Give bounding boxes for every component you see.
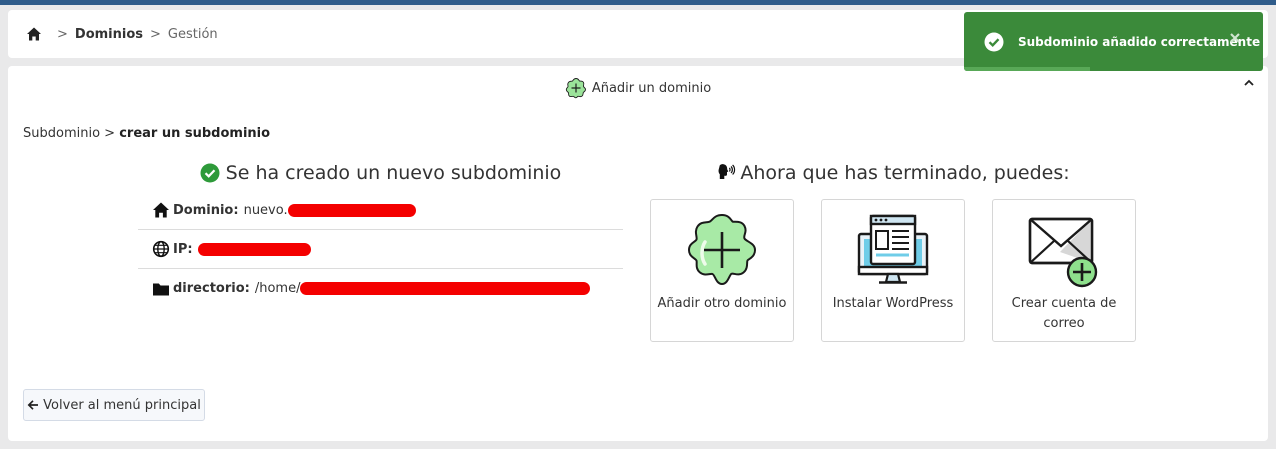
monitor-browser-icon: [857, 214, 929, 284]
directory-label: directorio:: [173, 281, 250, 296]
result-title-text: Se ha creado un nuevo subdominio: [225, 162, 562, 184]
info-row-domain: Dominio: nuevo.: [138, 191, 623, 230]
globe-icon: [152, 240, 170, 258]
install-wordpress-label: Instalar WordPress: [832, 296, 954, 311]
folder-icon: [153, 283, 169, 295]
toast-message: Subdominio añadido correctamente: [1018, 34, 1261, 49]
domain-value: nuevo.: [243, 202, 288, 218]
sub-breadcrumb: Subdominio > crear un subdominio: [23, 126, 270, 141]
add-domain-label: Añadir un dominio: [591, 80, 712, 96]
mail-add-icon: [1028, 217, 1098, 288]
check-circle-icon: [984, 32, 1004, 51]
top-bar: [0, 0, 1276, 5]
breadcrumb-section[interactable]: Dominios: [75, 27, 143, 42]
add-another-domain-label: Añadir otro dominio: [657, 296, 787, 311]
next-steps-title-text: Ahora que has terminado, puedes:: [740, 162, 1070, 184]
close-icon[interactable]: [1229, 32, 1241, 44]
create-mail-account-label: Crear cuenta de correo: [1011, 296, 1117, 331]
info-row-ip: IP:: [138, 230, 623, 269]
breadcrumb-separator: >: [57, 26, 68, 42]
sub-breadcrumb-current: crear un subdominio: [119, 126, 271, 141]
add-flower-icon: [565, 78, 586, 99]
toast-progress-bar: [964, 67, 1090, 71]
check-circle-icon: [200, 163, 220, 183]
redacted-block: [287, 203, 416, 217]
add-domain-icon: [687, 213, 757, 286]
install-wordpress-card[interactable]: Instalar WordPress: [821, 199, 965, 342]
create-mail-account-card[interactable]: Crear cuenta de correo: [992, 199, 1136, 342]
back-button-label: Volver al menú principal: [43, 397, 201, 413]
home-icon[interactable]: [26, 26, 42, 42]
breadcrumb-separator: >: [150, 26, 161, 42]
directory-value: /home/: [254, 281, 301, 296]
speaking-head-icon: [718, 164, 736, 179]
back-to-main-menu-button[interactable]: Volver al menú principal: [23, 389, 205, 421]
info-list: Dominio: nuevo. IP: directorio: /home/: [138, 191, 623, 308]
breadcrumb-page: Gestión: [167, 26, 218, 42]
main-panel: Añadir un dominio Subdominio > crear un …: [8, 66, 1268, 441]
sub-breadcrumb-separator: >: [104, 126, 120, 141]
home-icon: [153, 202, 169, 218]
redacted-block: [197, 242, 311, 256]
arrow-left-icon: [27, 400, 39, 410]
result-title: Se ha creado un nuevo subdominio: [138, 162, 623, 184]
domain-label: Dominio:: [173, 202, 239, 218]
ip-label: IP:: [173, 241, 193, 257]
add-domain-header[interactable]: Añadir un dominio: [8, 74, 1268, 102]
sub-breadcrumb-parent[interactable]: Subdominio: [23, 126, 100, 141]
next-steps-title: Ahora que has terminado, puedes:: [648, 162, 1138, 184]
chevron-up-icon[interactable]: [1242, 76, 1256, 90]
redacted-block: [300, 282, 591, 295]
info-row-directory: directorio: /home/: [138, 269, 623, 308]
add-another-domain-card[interactable]: Añadir otro dominio: [650, 199, 794, 342]
success-toast: Subdominio añadido correctamente: [964, 12, 1263, 71]
